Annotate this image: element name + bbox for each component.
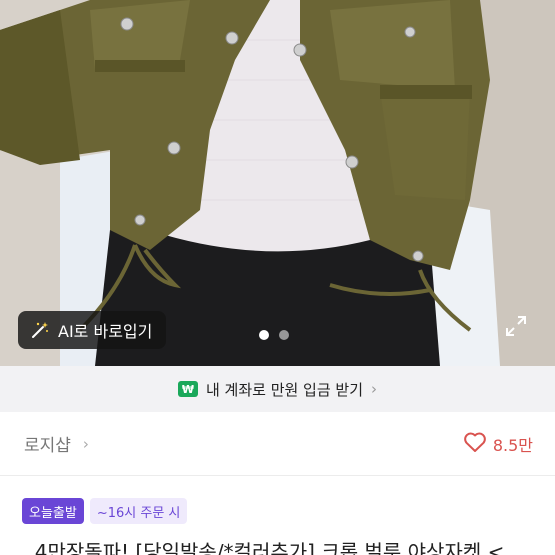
product-title: ..4만장돌파! [당일발송/*컬러추가] 크롭 벌룬 야상자켓 < (22, 540, 505, 555)
order-cutoff-badge: ~16시 주문 시 (89, 498, 188, 524)
same-day-badge: 오늘출발 (22, 498, 84, 524)
like-count: 8.5만 (492, 435, 533, 455)
chevron-right-icon: › (82, 434, 89, 453)
ai-try-on-label: AI로 바로입기 (58, 322, 153, 341)
deposit-promo-banner[interactable]: ₩ 내 계좌로 만원 입금 받기 › (0, 366, 555, 412)
chevron-right-icon: › (371, 380, 378, 398)
won-icon: ₩ (177, 381, 198, 397)
shop-name: 로지샵 (24, 436, 71, 456)
expand-icon[interactable] (504, 314, 528, 338)
pagination-dot-active[interactable] (259, 330, 269, 340)
shipping-badges: 오늘출발 ~16시 주문 시 (22, 498, 188, 524)
shop-link[interactable]: 로지샵 › (24, 431, 89, 457)
pagination-dot[interactable] (279, 330, 289, 340)
magic-wand-icon (30, 320, 50, 340)
image-pagination (259, 330, 289, 340)
heart-outline-icon (463, 431, 487, 457)
product-image[interactable]: AI로 바로입기 (0, 0, 555, 366)
promo-text: 내 계좌로 만원 입금 받기 (205, 380, 364, 399)
like-button[interactable]: 8.5만 (463, 431, 533, 457)
ai-try-on-button[interactable]: AI로 바로입기 (18, 311, 167, 349)
shop-row: 로지샵 › 8.5만 (0, 412, 555, 476)
